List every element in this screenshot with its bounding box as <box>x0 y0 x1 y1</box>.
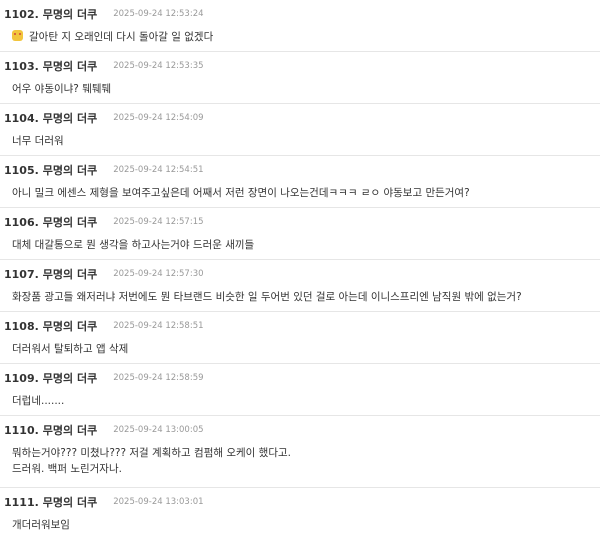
comment-meta: 1110. 무명의 더쿠 2025-09-24 13:00:05 <box>4 422 204 438</box>
comment-text: 더러워서 탈퇴하고 앱 삭제 <box>12 343 129 355</box>
comment-author: 무명의 더쿠 <box>42 320 98 333</box>
comment-author: 무명의 더쿠 <box>42 372 98 385</box>
comment-item: 1102. 무명의 더쿠 2025-09-24 12:53:24 갈아탄 지 오… <box>0 0 600 52</box>
comment-number[interactable]: 1107. <box>4 268 39 281</box>
comment-item: 1106. 무명의 더쿠 2025-09-24 12:57:15 대체 대갈통으… <box>0 208 600 260</box>
grimace-emoji-icon <box>12 30 23 41</box>
comment-meta: 1111. 무명의 더쿠 2025-09-24 13:03:01 <box>4 494 204 510</box>
comment-list: 1102. 무명의 더쿠 2025-09-24 12:53:24 갈아탄 지 오… <box>0 0 600 533</box>
comment-author: 무명의 더쿠 <box>42 268 98 281</box>
comment-meta: 1106. 무명의 더쿠 2025-09-24 12:57:15 <box>4 214 204 230</box>
comment-number[interactable]: 1109. <box>4 372 39 385</box>
comment-body: 아니 밀크 에센스 제형을 보여주고싶은데 어째서 저런 장면이 나오는건데ㅋㅋ… <box>12 185 470 201</box>
comment-number[interactable]: 1111. <box>4 496 39 509</box>
comment-item: 1108. 무명의 더쿠 2025-09-24 12:58:51 더러워서 탈퇴… <box>0 312 600 364</box>
comment-text: 화장품 광고들 왜저러냐 저번에도 뭔 타브랜드 비슷한 일 두어번 있던 걸로… <box>12 291 522 303</box>
comment-number[interactable]: 1102. <box>4 8 39 21</box>
comment-meta: 1104. 무명의 더쿠 2025-09-24 12:54:09 <box>4 110 204 126</box>
comment-author: 무명의 더쿠 <box>42 112 98 125</box>
comment-date: 2025-09-24 12:57:15 <box>113 217 204 227</box>
comment-number[interactable]: 1104. <box>4 112 39 125</box>
comment-meta: 1109. 무명의 더쿠 2025-09-24 12:58:59 <box>4 370 204 386</box>
comment-item: 1104. 무명의 더쿠 2025-09-24 12:54:09 너무 더러워 <box>0 104 600 156</box>
comment-number[interactable]: 1108. <box>4 320 39 333</box>
comment-author: 무명의 더쿠 <box>42 60 98 73</box>
comment-date: 2025-09-24 12:54:09 <box>113 113 204 123</box>
comment-text: 갈아탄 지 오래인데 다시 돌아갈 일 없겠다 <box>29 31 214 43</box>
comment-date: 2025-09-24 13:03:01 <box>113 497 204 507</box>
comment-text: 아니 밀크 에센스 제형을 보여주고싶은데 어째서 저런 장면이 나오는건데ㅋㅋ… <box>12 187 470 199</box>
comment-item: 1107. 무명의 더쿠 2025-09-24 12:57:30 화장품 광고들… <box>0 260 600 312</box>
comment-text: 너무 더러워 <box>12 135 64 147</box>
comment-date: 2025-09-24 12:53:35 <box>113 61 204 71</box>
comment-text: 드러워. 백퍼 노린거자나. <box>12 463 122 475</box>
comment-body: 너무 더러워 <box>12 133 64 149</box>
comment-text: 개더러워보임 <box>12 519 70 531</box>
comment-author: 무명의 더쿠 <box>42 216 98 229</box>
comment-item: 1110. 무명의 더쿠 2025-09-24 13:00:05 뭐하는거야??… <box>0 416 600 488</box>
comment-body: 더럽네....... <box>12 393 64 409</box>
comment-author: 무명의 더쿠 <box>42 496 98 509</box>
comment-date: 2025-09-24 12:58:59 <box>113 373 204 383</box>
comment-body: 뭐하는거야??? 미쳤나??? 저걸 계획하고 컴펌해 오케이 했다고. 드러워… <box>12 445 291 477</box>
comment-body: 화장품 광고들 왜저러냐 저번에도 뭔 타브랜드 비슷한 일 두어번 있던 걸로… <box>12 289 522 305</box>
comment-meta: 1108. 무명의 더쿠 2025-09-24 12:58:51 <box>4 318 204 334</box>
comment-item: 1103. 무명의 더쿠 2025-09-24 12:53:35 어우 야동이냐… <box>0 52 600 104</box>
comment-date: 2025-09-24 13:00:05 <box>113 425 204 435</box>
comment-author: 무명의 더쿠 <box>42 164 98 177</box>
comment-item: 1111. 무명의 더쿠 2025-09-24 13:03:01 개더러워보임 <box>0 488 600 533</box>
comment-text: 어우 야동이냐? 퉤퉤퉤 <box>12 83 112 95</box>
comment-meta: 1103. 무명의 더쿠 2025-09-24 12:53:35 <box>4 58 204 74</box>
comment-number[interactable]: 1110. <box>4 424 39 437</box>
comment-author: 무명의 더쿠 <box>42 424 98 437</box>
comment-text: 더럽네....... <box>12 395 65 407</box>
comment-number[interactable]: 1106. <box>4 216 39 229</box>
comment-item: 1105. 무명의 더쿠 2025-09-24 12:54:51 아니 밀크 에… <box>0 156 600 208</box>
comment-date: 2025-09-24 12:54:51 <box>113 165 204 175</box>
comment-body: 갈아탄 지 오래인데 다시 돌아갈 일 없겠다 <box>12 29 213 45</box>
comment-number[interactable]: 1103. <box>4 60 39 73</box>
comment-meta: 1102. 무명의 더쿠 2025-09-24 12:53:24 <box>4 6 204 22</box>
comment-body: 어우 야동이냐? 퉤퉤퉤 <box>12 81 111 97</box>
comment-number[interactable]: 1105. <box>4 164 39 177</box>
comment-body: 더러워서 탈퇴하고 앱 삭제 <box>12 341 128 357</box>
comment-author: 무명의 더쿠 <box>42 8 98 21</box>
comment-meta: 1107. 무명의 더쿠 2025-09-24 12:57:30 <box>4 266 204 282</box>
comment-date: 2025-09-24 12:53:24 <box>113 9 204 19</box>
comment-meta: 1105. 무명의 더쿠 2025-09-24 12:54:51 <box>4 162 204 178</box>
comment-body: 개더러워보임 <box>12 517 70 533</box>
comment-date: 2025-09-24 12:57:30 <box>113 269 204 279</box>
comment-body: 대체 대갈통으로 뭔 생각을 하고사는거야 드러운 새끼들 <box>12 237 254 253</box>
comment-text: 뭐하는거야??? 미쳤나??? 저걸 계획하고 컴펌해 오케이 했다고. <box>12 447 291 459</box>
comment-item: 1109. 무명의 더쿠 2025-09-24 12:58:59 더럽네....… <box>0 364 600 416</box>
comment-date: 2025-09-24 12:58:51 <box>113 321 204 331</box>
comment-text: 대체 대갈통으로 뭔 생각을 하고사는거야 드러운 새끼들 <box>12 239 255 251</box>
